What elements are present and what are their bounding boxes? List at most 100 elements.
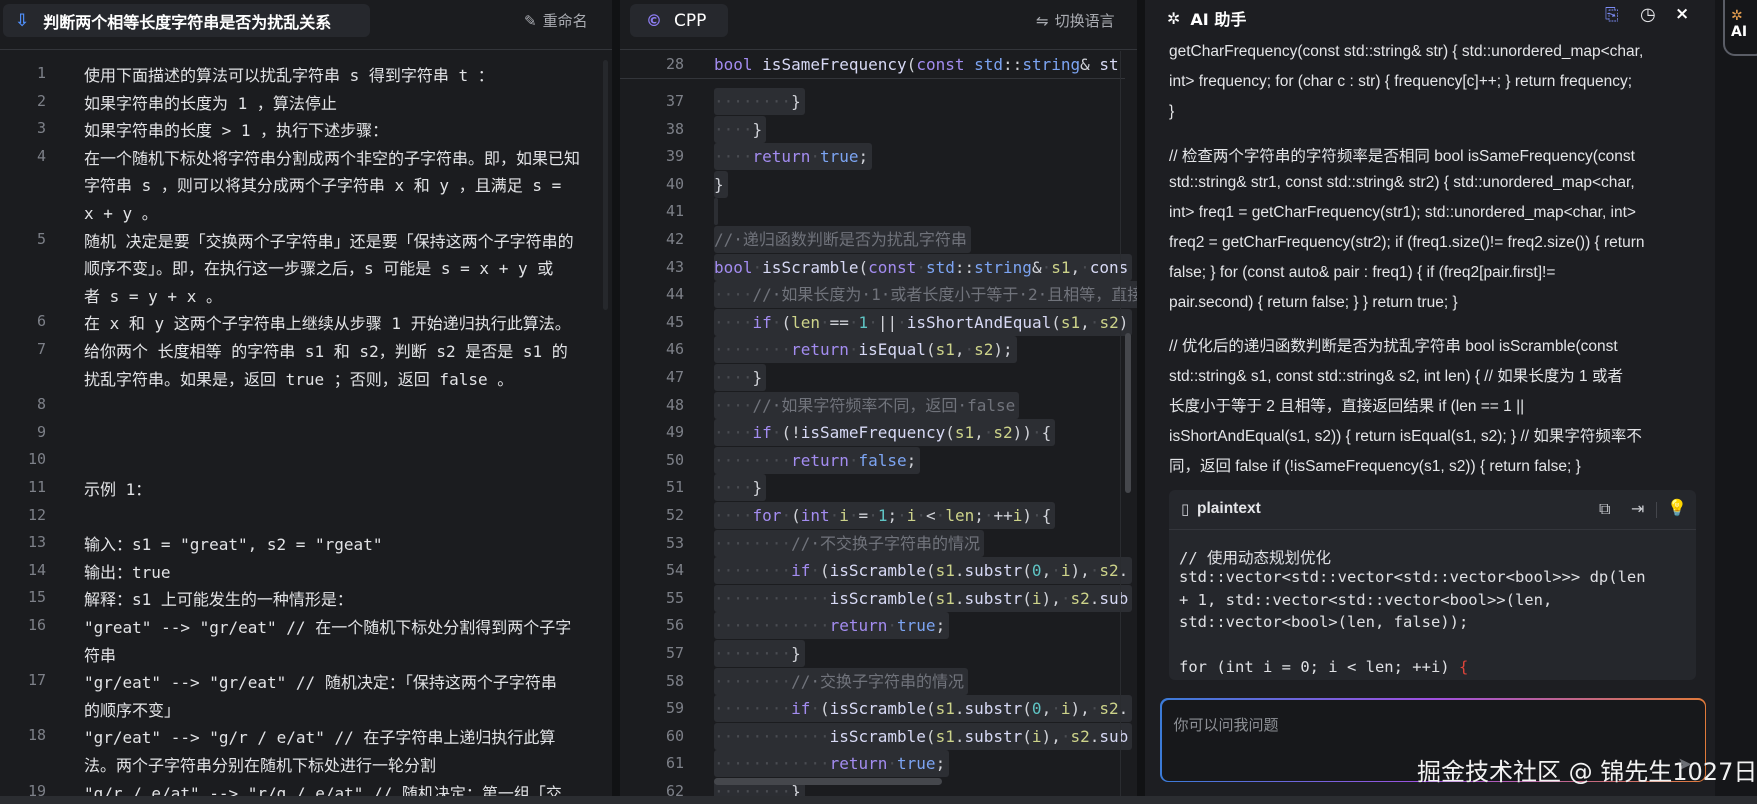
code-token: isScramble: [829, 699, 926, 719]
vertical-scrollbar[interactable]: [603, 60, 608, 310]
code-token: ·: [897, 312, 907, 332]
code-token: (: [781, 423, 792, 443]
problem-line: 输入：s1 = "great", s2 = "rgeat": [84, 535, 383, 555]
code-line: ····}: [714, 115, 767, 143]
code-line: ········//·不交换子字符串的情况: [714, 529, 984, 557]
code-token: ·: [781, 506, 792, 525]
code-line: ········return·false;: [714, 446, 921, 474]
code-token: s1: [935, 588, 955, 608]
code-token: isSameFrequency: [800, 423, 946, 443]
line-number: 52: [665, 506, 684, 524]
code-token: ····: [714, 119, 753, 139]
code-token: ········: [714, 644, 792, 663]
code-token: ·: [887, 616, 898, 636]
code-token: }: [752, 368, 763, 387]
code-token: ·: [848, 312, 859, 332]
rename-button[interactable]: ✎ 重命名: [524, 10, 588, 31]
code-token: i: [1031, 726, 1042, 746]
problem-line: "great" --> "gr/eat" // 在一个随机下标处分割得到两个子字: [84, 618, 572, 637]
code-line: [714, 198, 718, 226]
line-number: 17: [27, 671, 46, 690]
code-line: ····//·如果长度为·1·或者长度小于等于·2·且相等，直接: [714, 281, 1137, 309]
code-token: }: [714, 174, 724, 194]
code-token: ·: [916, 506, 927, 525]
code-token: .: [1089, 588, 1100, 608]
message-line: std::string& str1, const std::string& st…: [1169, 173, 1635, 191]
code-token: ): [1022, 423, 1032, 443]
insert-icon[interactable]: ⇥: [1631, 499, 1644, 518]
line-number: 9: [36, 422, 46, 441]
message-line: // 检查两个字符串的字符频率是否相同 bool isSameFrequency…: [1169, 147, 1635, 165]
problem-title-tab[interactable]: ⇩ 判断两个相等长度字符串是否为扰乱关系: [3, 4, 370, 37]
problem-line: 者 s = y + x 。: [84, 286, 222, 306]
horizontal-scrollbar[interactable]: [714, 778, 942, 785]
code-token: //·交换子字符串的情况: [791, 671, 964, 691]
code-token: (: [819, 699, 830, 719]
code-token: substr: [964, 588, 1023, 608]
line-number: 42: [665, 230, 684, 248]
code-line: ····for·(int·i·=·1;·i·<·len;·++i)·{: [714, 502, 1056, 529]
history-icon[interactable]: ◷: [1640, 4, 1656, 25]
code-token: //·递归函数判断是否为扰乱字符串: [714, 230, 967, 249]
code-token: ·: [1089, 561, 1100, 581]
code-token: ····: [714, 285, 753, 305]
code-token: ····: [714, 368, 753, 387]
code-token: ,: [1041, 699, 1052, 719]
code-token: if: [752, 312, 772, 332]
code-token: string: [974, 257, 1032, 277]
code-token: ········: [714, 533, 792, 553]
code-token: return: [791, 450, 849, 470]
code-line: //·递归函数判断是否为扰乱字符串: [714, 226, 971, 253]
problem-line: "gr/eat" --> "gr/eat" // 随机决定：「保持这两个子字符串: [84, 673, 557, 693]
code-token: len: [791, 312, 820, 332]
line-number: 48: [665, 395, 684, 414]
message-line: 长度小于等于 2 且相等，直接返回结果 if (len == 1 ||: [1169, 398, 1525, 415]
code-token: ········: [714, 699, 792, 719]
lightbulb-icon[interactable]: 💡: [1667, 498, 1687, 517]
code-token: }: [791, 92, 801, 111]
sparkle-icon: ✲: [1167, 8, 1181, 28]
message-line: 同，返回 false if (!isSameFrequency(s1, s2))…: [1169, 458, 1581, 475]
code-token: i: [1012, 506, 1023, 525]
code-token: isScramble: [829, 588, 926, 608]
code-token: .: [1089, 726, 1100, 746]
line-number: 62: [665, 782, 684, 796]
code-line: ········return·isEqual(s1,·s2);: [714, 336, 1017, 364]
code-line: ············return·true;: [714, 612, 950, 640]
code-token: (: [819, 561, 830, 581]
code-token: =: [839, 312, 849, 332]
divider: [620, 49, 1137, 50]
code-token: s1: [954, 423, 975, 443]
divider: [1656, 502, 1657, 518]
code-token: {: [1041, 423, 1052, 443]
code-token: ;: [935, 754, 946, 774]
line-number: 51: [665, 478, 684, 497]
problem-line: 使用下面描述的算法可以扰乱字符串 s 得到字符串 t ：: [84, 66, 494, 85]
line-number: 61: [665, 754, 684, 773]
code-token: string: [1022, 55, 1081, 74]
code-token: substr: [964, 561, 1023, 581]
code-token: :: [1012, 55, 1023, 74]
code-token: |: [887, 312, 898, 332]
code-token: if: [752, 423, 772, 443]
code-token: 0: [1031, 699, 1042, 719]
vertical-scrollbar[interactable]: [1125, 333, 1131, 493]
switch-language-button[interactable]: ⇋ 切换语言: [1036, 10, 1115, 31]
code-token: ·: [964, 340, 975, 360]
bottom-bar: [0, 796, 1757, 804]
copy-icon[interactable]: ⧉: [1599, 499, 1610, 519]
language-tab[interactable]: © CPP: [630, 4, 728, 37]
line-number: 46: [665, 340, 684, 359]
code-token: sub: [1099, 726, 1129, 746]
ai-badge-button[interactable]: ✲ AI: [1723, 0, 1757, 56]
code-token: ·: [771, 312, 782, 332]
code-token: 0: [1031, 561, 1042, 581]
code-token: &: [1080, 55, 1090, 74]
line-number: 56: [665, 616, 684, 635]
code-token: (: [1022, 726, 1032, 746]
new-chat-icon[interactable]: ⎘: [1605, 5, 1619, 25]
code-line: ········if·(isScramble(s1.substr(0,·i),·…: [714, 695, 1133, 723]
close-icon[interactable]: ×: [1675, 4, 1689, 24]
